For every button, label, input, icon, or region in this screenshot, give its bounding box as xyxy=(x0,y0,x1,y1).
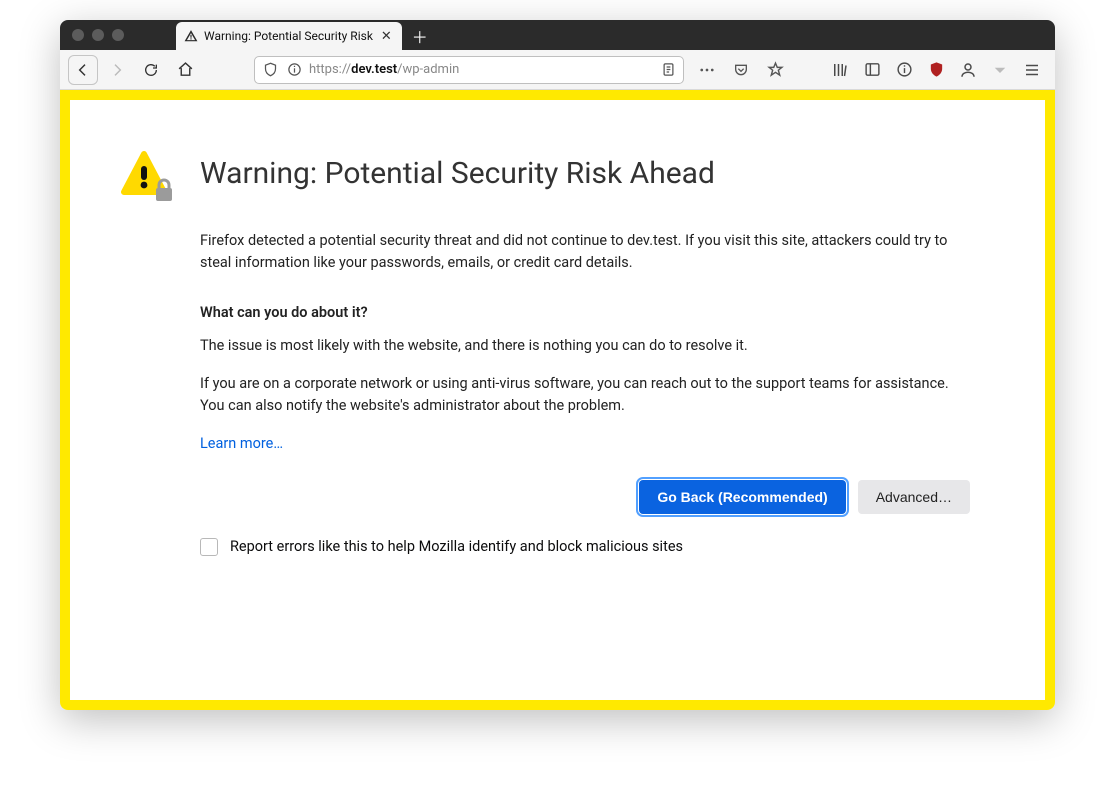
body-column: Firefox detected a potential security th… xyxy=(200,230,970,556)
sidebar-button[interactable] xyxy=(861,59,883,81)
advanced-button[interactable]: Advanced… xyxy=(858,480,970,514)
content-frame: Warning: Potential Security Risk Ahead F… xyxy=(60,90,1055,710)
reload-button[interactable] xyxy=(136,55,166,85)
paragraph-corporate: If you are on a corporate network or usi… xyxy=(200,373,970,417)
tab-strip: Warning: Potential Security Risk ✕ ＋ xyxy=(176,20,434,50)
browser-window: Warning: Potential Security Risk ✕ ＋ xyxy=(60,20,1055,710)
paragraph-threat: Firefox detected a potential security th… xyxy=(200,230,970,274)
paragraph-issue: The issue is most likely with the websit… xyxy=(200,335,970,357)
report-errors-label: Report errors like this to help Mozilla … xyxy=(230,538,683,555)
error-page: Warning: Potential Security Risk Ahead F… xyxy=(70,100,1045,700)
extension-info-icon[interactable] xyxy=(893,59,915,81)
tab-current[interactable]: Warning: Potential Security Risk ✕ xyxy=(176,22,402,50)
window-controls xyxy=(60,20,136,50)
go-back-button[interactable]: Go Back (Recommended) xyxy=(639,480,845,514)
bookmark-star-button[interactable] xyxy=(760,55,790,85)
warning-triangle-icon xyxy=(184,29,198,43)
minimize-window-button[interactable] xyxy=(92,29,104,41)
hero: Warning: Potential Security Risk Ahead xyxy=(120,150,981,206)
tab-close-icon[interactable]: ✕ xyxy=(379,29,394,44)
warning-lock-icon xyxy=(120,150,176,206)
navbar: https://dev.test/wp-admin xyxy=(60,50,1055,90)
learn-more-link[interactable]: Learn more… xyxy=(200,435,283,452)
report-errors-checkbox[interactable] xyxy=(200,538,218,556)
tab-title: Warning: Potential Security Risk xyxy=(204,29,373,43)
ublock-shield-icon[interactable] xyxy=(925,59,947,81)
reader-mode-icon[interactable] xyxy=(659,61,677,79)
toolbar-right xyxy=(829,59,1047,81)
button-row: Go Back (Recommended) Advanced… xyxy=(200,480,970,514)
page-actions-button[interactable] xyxy=(692,55,722,85)
subheading-what-can-you-do: What can you do about it? xyxy=(200,302,970,324)
hamburger-menu-button[interactable] xyxy=(1021,59,1043,81)
home-button[interactable] xyxy=(170,55,200,85)
chevron-down-icon[interactable] xyxy=(989,59,1011,81)
tracking-protection-icon[interactable] xyxy=(261,61,279,79)
back-button[interactable] xyxy=(68,55,98,85)
url-bar[interactable]: https://dev.test/wp-admin xyxy=(254,56,684,84)
forward-button xyxy=(102,55,132,85)
maximize-window-button[interactable] xyxy=(112,29,124,41)
close-window-button[interactable] xyxy=(72,29,84,41)
report-row: Report errors like this to help Mozilla … xyxy=(200,538,970,556)
account-button[interactable] xyxy=(957,59,979,81)
library-button[interactable] xyxy=(829,59,851,81)
pocket-button[interactable] xyxy=(726,55,756,85)
url-text[interactable]: https://dev.test/wp-admin xyxy=(309,62,653,77)
titlebar: Warning: Potential Security Risk ✕ ＋ xyxy=(60,20,1055,50)
new-tab-button[interactable]: ＋ xyxy=(406,22,434,50)
page-title: Warning: Potential Security Risk Ahead xyxy=(200,156,715,192)
site-info-icon[interactable] xyxy=(285,61,303,79)
